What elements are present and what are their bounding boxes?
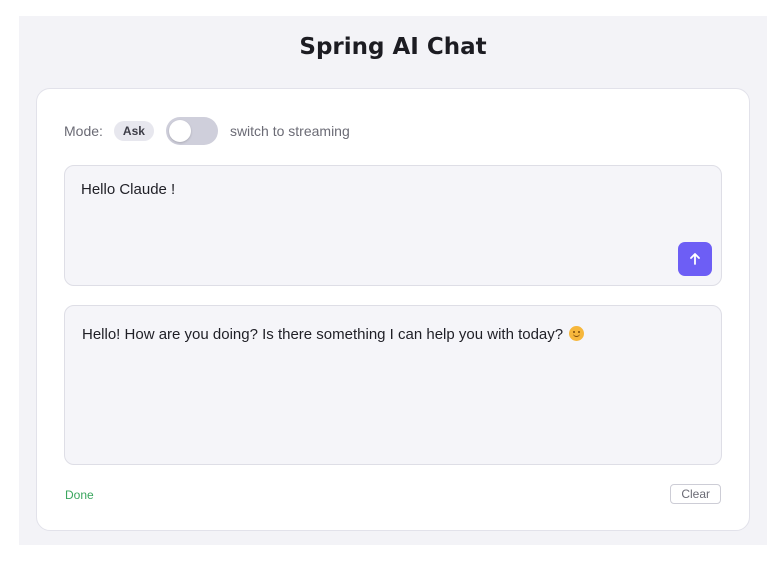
message-input[interactable]: Hello Claude ! xyxy=(64,165,722,286)
response-text-wrap: Hello! How are you doing? Is there somet… xyxy=(82,326,585,343)
toggle-label: switch to streaming xyxy=(229,123,350,139)
clear-button[interactable]: Clear xyxy=(670,484,721,504)
message-input-value[interactable]: Hello Claude ! xyxy=(81,181,175,198)
toggle-knob xyxy=(168,120,191,142)
smiling-face-icon xyxy=(569,326,585,341)
chat-card: Mode: Ask switch to streaming Hello Clau… xyxy=(36,88,750,531)
response-text: Hello! How are you doing? Is there somet… xyxy=(82,326,564,343)
status-text: Done xyxy=(65,488,94,502)
response-panel: Hello! How are you doing? Is there somet… xyxy=(64,305,722,465)
page-title: Spring AI Chat xyxy=(299,34,487,60)
page-background: Spring AI Chat Mode: Ask switch to strea… xyxy=(19,16,767,545)
mode-row: Mode: Ask switch to streaming xyxy=(64,117,350,145)
send-button[interactable] xyxy=(678,242,712,276)
arrow-up-icon xyxy=(690,253,700,265)
mode-badge: Ask xyxy=(113,121,154,141)
streaming-toggle[interactable] xyxy=(165,117,218,145)
mode-label: Mode: xyxy=(64,123,103,139)
